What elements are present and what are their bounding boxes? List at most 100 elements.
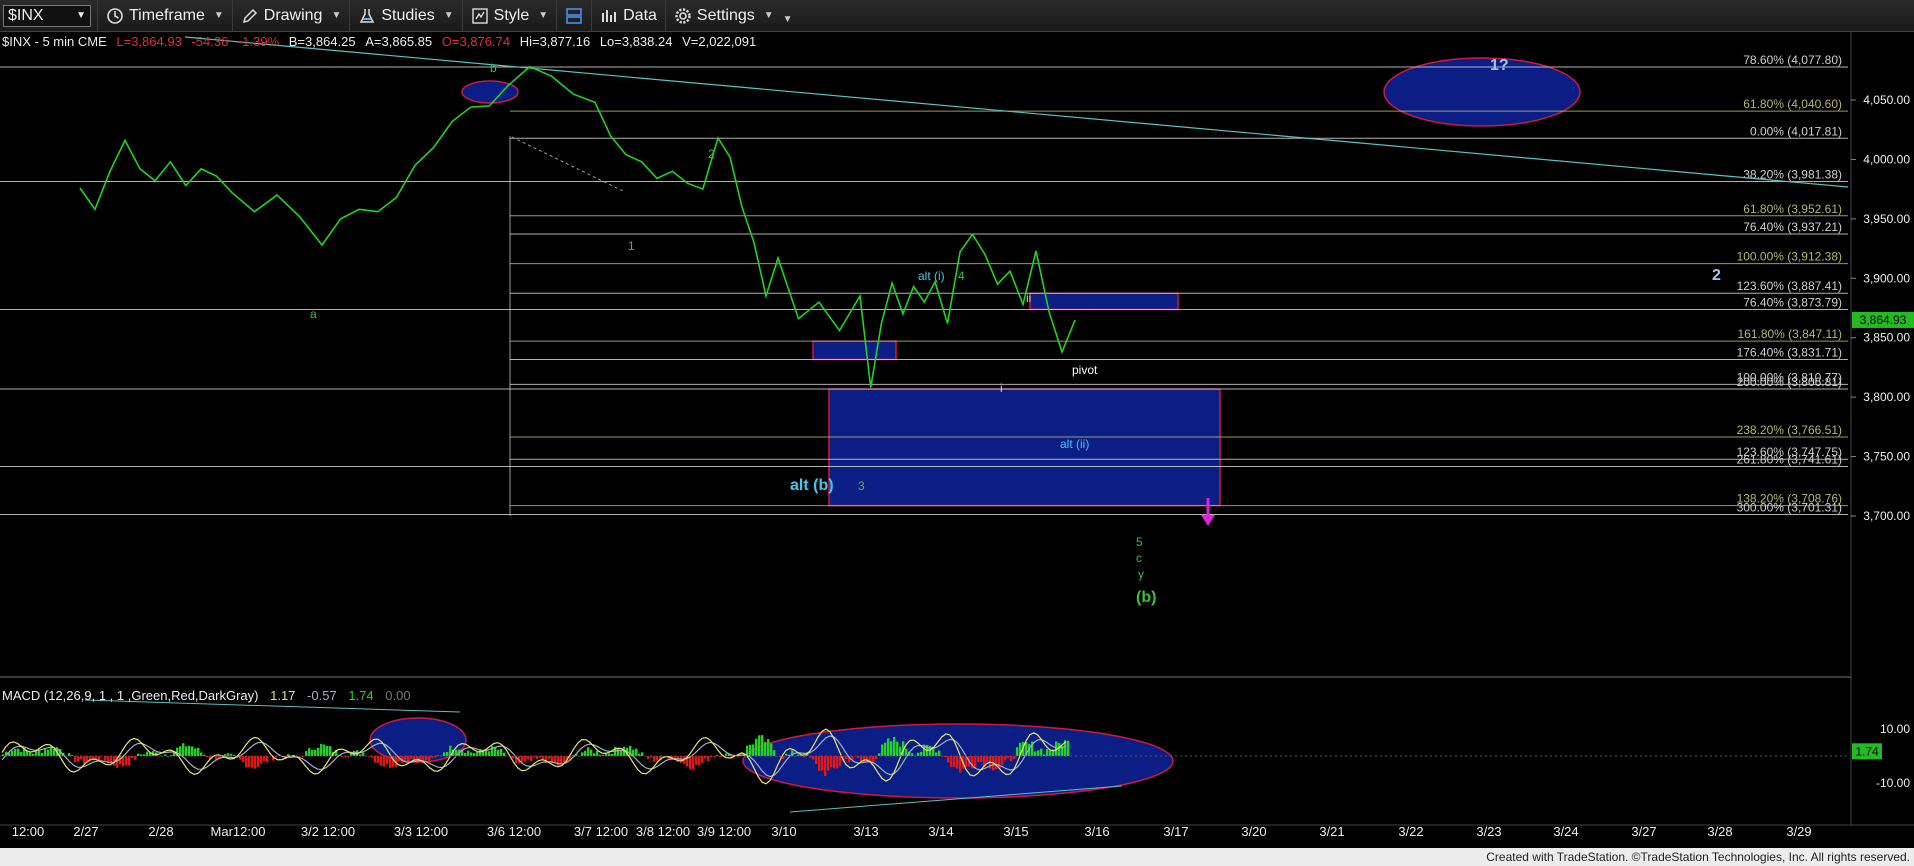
price-axis-label: 3,800.00 — [1863, 390, 1910, 404]
macd-histogram-bar — [425, 756, 428, 761]
macd-histogram-bar — [500, 749, 503, 756]
macd-last-label: 1.74 — [1855, 744, 1879, 758]
target-zone-box — [812, 340, 897, 361]
fib-level-label: 238.20% (3,766.51) — [1737, 423, 1842, 437]
info-high: Hi=3,877.16 — [519, 34, 591, 49]
macd-histogram-bar — [872, 756, 875, 763]
time-axis-label: 3/3 12:00 — [394, 824, 448, 839]
wave-label: 3 — [858, 479, 865, 493]
macd-histogram-bar — [197, 747, 200, 756]
macd-histogram-bar — [821, 756, 824, 771]
macd-histogram-bar — [524, 756, 527, 762]
wave-label: alt (i) — [918, 269, 945, 283]
macd-histogram-bar — [917, 752, 920, 756]
macd-histogram-bar — [404, 756, 407, 761]
timeframe-label: Timeframe — [129, 6, 205, 24]
macd-histogram-bar — [182, 743, 185, 756]
time-axis-label: 3/6 12:00 — [487, 824, 541, 839]
data-button[interactable]: Data — [591, 0, 665, 31]
macd-histogram-bar — [377, 756, 380, 764]
wave-label: 2 — [1712, 267, 1721, 284]
gear-icon — [675, 7, 691, 24]
macd-histogram-bar — [128, 756, 131, 766]
macd-histogram-bar — [827, 756, 830, 771]
macd-histogram-bar — [317, 747, 320, 756]
time-axis-label: 3/16 — [1084, 824, 1109, 839]
macd-histogram-bar — [1049, 750, 1052, 756]
style-icon — [471, 7, 488, 24]
macd-histogram-bar — [935, 752, 938, 756]
macd-histogram-bar — [374, 756, 377, 763]
wave-label: 2 — [708, 147, 715, 161]
macd-histogram-bar — [752, 744, 755, 756]
fib-level-label: 76.40% (3,937.21) — [1743, 220, 1842, 234]
macd-histogram-bar — [1004, 756, 1007, 761]
macd-histogram-bar — [503, 752, 506, 756]
info-last: L=3,864.93 — [116, 34, 182, 49]
price-axis-label: 4,050.00 — [1863, 93, 1910, 107]
macd-histogram-bar — [860, 756, 863, 762]
macd-histogram-bar — [227, 753, 230, 756]
macd-histogram-bar — [1007, 756, 1010, 759]
macd-histogram-bar — [1016, 747, 1019, 756]
macd-histogram-bar — [1040, 748, 1043, 756]
wave-label: 1 — [628, 239, 635, 253]
macd-histogram-bar — [755, 738, 758, 756]
macd-histogram-bar — [320, 744, 323, 756]
macd-histogram-bar — [920, 751, 923, 756]
macd-histogram-bar — [266, 756, 269, 763]
time-axis-label: 3/27 — [1631, 824, 1656, 839]
style-label: Style — [493, 6, 530, 24]
macd-histogram-bar — [818, 756, 821, 771]
studies-button[interactable]: Studies ▼ — [349, 0, 461, 31]
macd-histogram-bar — [74, 756, 77, 763]
studies-label: Studies — [381, 6, 435, 24]
macd-histogram-bar — [347, 756, 350, 757]
drawing-button[interactable]: Drawing ▼ — [231, 0, 350, 31]
macd-histogram-bar — [257, 756, 260, 767]
macd-histogram-bar — [662, 755, 665, 757]
macd-histogram-bar — [521, 756, 524, 763]
style-button[interactable]: Style ▼ — [461, 0, 556, 31]
macd-histogram-bar — [83, 756, 86, 764]
macd-histogram-bar — [938, 750, 941, 756]
macd-histogram-bar — [137, 753, 140, 756]
time-axis-label: Mar12:00 — [211, 824, 266, 839]
wave-label: 4 — [958, 269, 965, 283]
macd-histogram-bar — [437, 755, 440, 756]
macd-histogram-bar — [263, 756, 266, 762]
macd-histogram-bar — [641, 752, 644, 756]
price-chart[interactable]: 78.60% (4,077.80) 61.80% (4,040.60) 0.00% … — [0, 32, 1914, 848]
macd-histogram-bar — [812, 756, 815, 760]
macd-histogram-bar — [428, 756, 431, 763]
macd-histogram-bar — [857, 756, 860, 758]
footer-text: Created with TradeStation. ©TradeStation… — [1486, 850, 1910, 864]
time-axis-label: 3/2 12:00 — [301, 824, 355, 839]
macd-histogram-bar — [413, 756, 416, 760]
macd-histogram-bar — [707, 756, 710, 762]
macd-histogram-bar — [890, 741, 893, 756]
timeframe-button[interactable]: Timeframe ▼ — [97, 0, 232, 31]
symbol-selector[interactable]: $INX ▼ — [3, 4, 91, 27]
macd-histogram-bar — [77, 756, 80, 762]
macd-histogram-bar — [248, 756, 251, 767]
info-change: -54.36 — [191, 34, 229, 49]
macd-histogram-bar — [995, 756, 998, 770]
macd-histogram-bar — [380, 756, 383, 766]
macd-histogram-bar — [185, 746, 188, 756]
macd-histogram-bar — [953, 756, 956, 768]
wave-label: 1? — [1490, 57, 1509, 74]
time-axis-label: 3/14 — [928, 824, 953, 839]
caret-down-icon: ▼ — [763, 10, 774, 21]
wave-label: pivot — [1072, 363, 1098, 377]
settings-button[interactable]: Settings ▼ ▼ — [664, 0, 801, 31]
macd-histogram-bar — [530, 756, 533, 761]
macd-histogram-bar — [512, 756, 515, 759]
macd-histogram-bar — [323, 744, 326, 756]
layout-button[interactable] — [556, 0, 591, 31]
macd-histogram-bar — [764, 741, 767, 756]
macd-histogram-bar — [407, 756, 410, 762]
macd-histogram-bar — [32, 753, 35, 756]
macd-histogram-bar — [1001, 756, 1004, 766]
macd-histogram-bar — [125, 756, 128, 766]
